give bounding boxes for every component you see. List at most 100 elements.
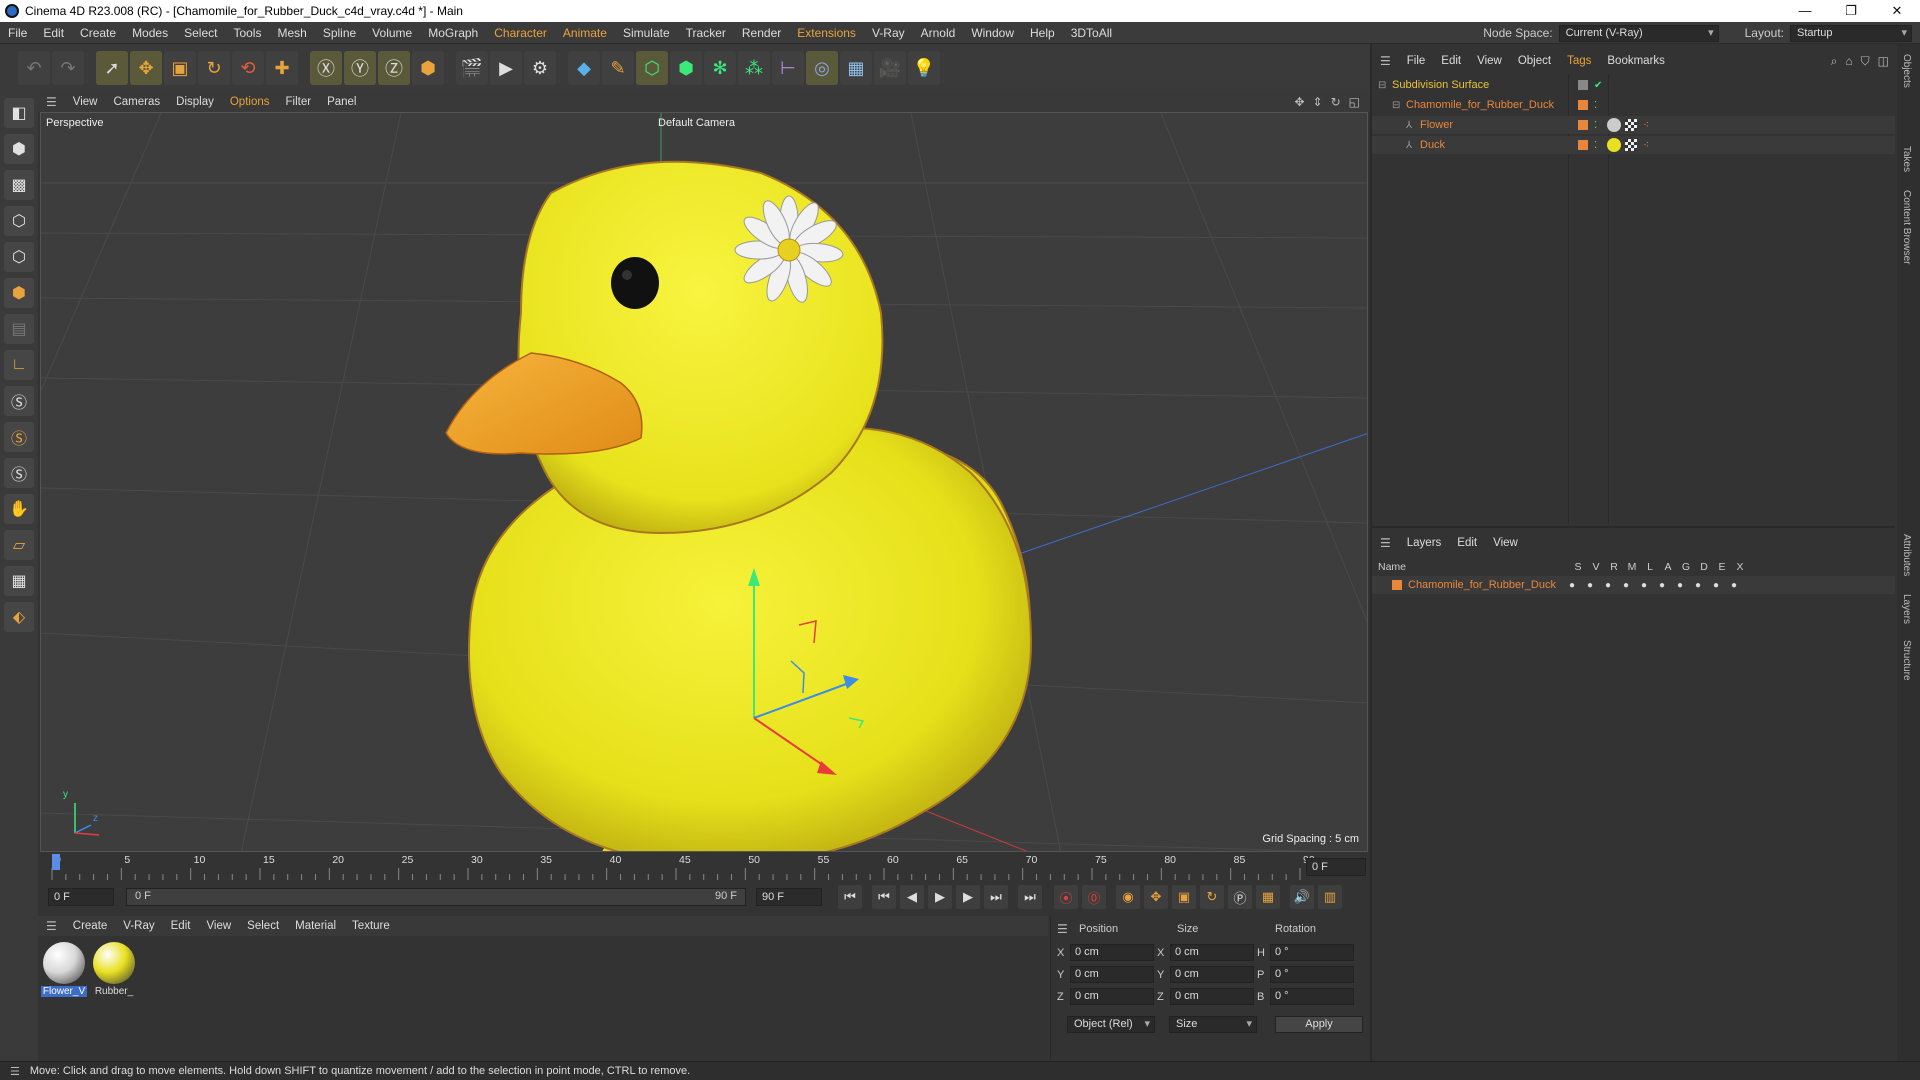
x-axis-lock-icon[interactable]: Ⓧ [310, 51, 342, 85]
previous-key-icon[interactable]: ⏮ [872, 885, 896, 909]
menu-mesh[interactable]: Mesh [269, 22, 314, 44]
coord-mode-dropdown[interactable]: Object (Rel) [1067, 1016, 1155, 1033]
scale-tool-icon[interactable]: ▣ [164, 51, 196, 85]
tab-structure[interactable]: Structure [1901, 640, 1912, 681]
position-z-field[interactable]: 0 cm [1070, 988, 1154, 1005]
next-key-icon[interactable]: ⏭ [984, 885, 1008, 909]
viewport-menu-display[interactable]: Display [168, 96, 222, 108]
tab-attributes[interactable]: Attributes [1901, 534, 1912, 576]
object-menu-file[interactable]: File [1399, 55, 1434, 67]
mograph-icon[interactable]: ⁂ [738, 51, 770, 85]
uv-mode-icon[interactable]: ▤ [4, 314, 34, 344]
tab-content-browser[interactable]: Content Browser [1901, 190, 1912, 264]
extrude-icon[interactable]: ⬢ [670, 51, 702, 85]
size-y-field[interactable]: 0 cm [1170, 966, 1254, 983]
layer-animation-icon[interactable]: ● [1656, 580, 1668, 591]
timeline-window-icon[interactable]: ▥ [1318, 885, 1342, 909]
apply-button[interactable]: Apply [1275, 1016, 1363, 1033]
new-window-icon[interactable]: ◫ [1878, 54, 1889, 69]
material-item[interactable]: Rubber_ [92, 942, 136, 997]
material-item[interactable]: Flower_V [40, 942, 88, 997]
menu-edit[interactable]: Edit [35, 22, 72, 44]
make-editable-icon[interactable]: ◧ [4, 98, 34, 128]
material-menu-view[interactable]: View [198, 920, 239, 932]
coords-hamburger-icon[interactable]: ☰ [1057, 922, 1068, 936]
position-key-icon[interactable]: ✥ [1144, 885, 1168, 909]
size-z-field[interactable]: 0 cm [1170, 988, 1254, 1005]
transform-tool-icon[interactable]: ✚ [266, 51, 298, 85]
model-mode-icon[interactable]: ⬢ [4, 134, 34, 164]
layer-generators-icon[interactable]: ● [1674, 580, 1686, 591]
layer-menu-edit[interactable]: Edit [1449, 537, 1485, 549]
render-settings-icon[interactable]: ⚙ [524, 51, 556, 85]
layer-color-swatch[interactable] [1578, 100, 1588, 110]
select-tool-icon[interactable]: ➚ [96, 51, 128, 85]
layer-color-swatch[interactable] [1578, 140, 1588, 150]
pla-key-icon[interactable]: ▦ [1256, 885, 1280, 909]
cloner-icon[interactable]: ✻ [704, 51, 736, 85]
object-menu-bookmarks[interactable]: Bookmarks [1599, 55, 1673, 67]
material-menu-select[interactable]: Select [239, 920, 287, 932]
position-x-field[interactable]: 0 cm [1070, 944, 1154, 961]
pen-spline-icon[interactable]: ✎ [602, 51, 634, 85]
render-view-icon[interactable]: 🎬 [456, 51, 488, 85]
floor-icon[interactable]: ▦ [840, 51, 872, 85]
3d-viewport[interactable]: Perspective Default Camera Grid Spacing … [40, 112, 1368, 852]
next-frame-icon[interactable]: ▶ [956, 885, 980, 909]
uvw-tag-icon[interactable] [1625, 119, 1638, 131]
uvw-tag-icon[interactable] [1625, 139, 1638, 151]
layer-expressions-icon[interactable]: ● [1710, 580, 1722, 591]
psr-tool-icon[interactable]: ⟲ [232, 51, 264, 85]
menu-tools[interactable]: Tools [225, 22, 269, 44]
viewport-move-icon[interactable]: ✥ [1294, 95, 1304, 109]
material-menu-texture[interactable]: Texture [344, 920, 398, 932]
grid-icon[interactable]: ▦ [4, 566, 34, 596]
render-picture-viewer-icon[interactable]: ▶ [490, 51, 522, 85]
rotation-h-field[interactable]: 0 ° [1270, 944, 1354, 961]
minimize-button[interactable]: — [1782, 0, 1828, 22]
material-menu-create[interactable]: Create [65, 920, 116, 932]
menu-create[interactable]: Create [72, 22, 124, 44]
undo-icon[interactable]: ↶ [18, 51, 50, 85]
tweak-mode-icon[interactable]: ✋ [4, 494, 34, 524]
viewport-menu-view[interactable]: View [65, 96, 106, 108]
layer-xref-icon[interactable]: ● [1728, 580, 1740, 591]
viewport-menu-panel[interactable]: Panel [319, 96, 364, 108]
home-icon[interactable]: ⌂ [1845, 54, 1852, 69]
layer-solo-icon[interactable]: ● [1566, 580, 1578, 591]
menu-help[interactable]: Help [1022, 22, 1063, 44]
point-mode-icon[interactable]: ⬡ [4, 206, 34, 236]
keyframe-selection-icon[interactable]: ◉ [1116, 885, 1140, 909]
deformer-icon[interactable]: ⊢ [772, 51, 804, 85]
filter-icon[interactable]: ⛉ [1861, 54, 1870, 69]
viewport-zoom-icon[interactable]: ⇕ [1313, 95, 1323, 109]
position-y-field[interactable]: 0 cm [1070, 966, 1154, 983]
z-axis-lock-icon[interactable]: Ⓩ [378, 51, 410, 85]
collapse-icon[interactable]: ⊟ [1378, 80, 1392, 91]
viewport-maximize-icon[interactable]: ◱ [1349, 95, 1360, 109]
menu-render[interactable]: Render [734, 22, 789, 44]
viewport-menu-cameras[interactable]: Cameras [105, 96, 168, 108]
layout-dropdown[interactable]: Startup [1790, 24, 1912, 42]
menu-mograph[interactable]: MoGraph [420, 22, 486, 44]
object-name[interactable]: Chamomile_for_Rubber_Duck [1406, 99, 1574, 111]
go-to-end-icon[interactable]: ⏭ [1018, 885, 1042, 909]
object-menu-tags[interactable]: Tags [1559, 55, 1599, 67]
current-frame-field[interactable]: 0 F [1306, 858, 1366, 876]
timeline-ruler[interactable]: 051015202530354045505560657075808590 0 F [38, 852, 1370, 882]
objects-hamburger-icon[interactable]: ☰ [1372, 54, 1399, 68]
menu-character[interactable]: Character [486, 22, 555, 44]
timeline-playhead[interactable] [52, 854, 60, 870]
coordinate-system-icon[interactable]: ⬢ [412, 51, 444, 85]
tab-takes[interactable]: Takes [1901, 146, 1912, 172]
layers-hamburger-icon[interactable]: ☰ [1372, 536, 1399, 550]
object-menu-edit[interactable]: Edit [1433, 55, 1469, 67]
object-menu-view[interactable]: View [1469, 55, 1510, 67]
visibility-dots-icon[interactable]: ⁚ [1594, 100, 1597, 111]
menu-arnold[interactable]: Arnold [913, 22, 964, 44]
layer-row[interactable]: Chamomile_for_Rubber_Duck ● ● ● ● ● ● ● ● ● ● [1372, 576, 1895, 594]
size-mode-dropdown[interactable]: Size [1169, 1016, 1257, 1033]
texture-mode-icon[interactable]: ▩ [4, 170, 34, 200]
field-icon[interactable]: ◎ [806, 51, 838, 85]
menu-modes[interactable]: Modes [124, 22, 176, 44]
